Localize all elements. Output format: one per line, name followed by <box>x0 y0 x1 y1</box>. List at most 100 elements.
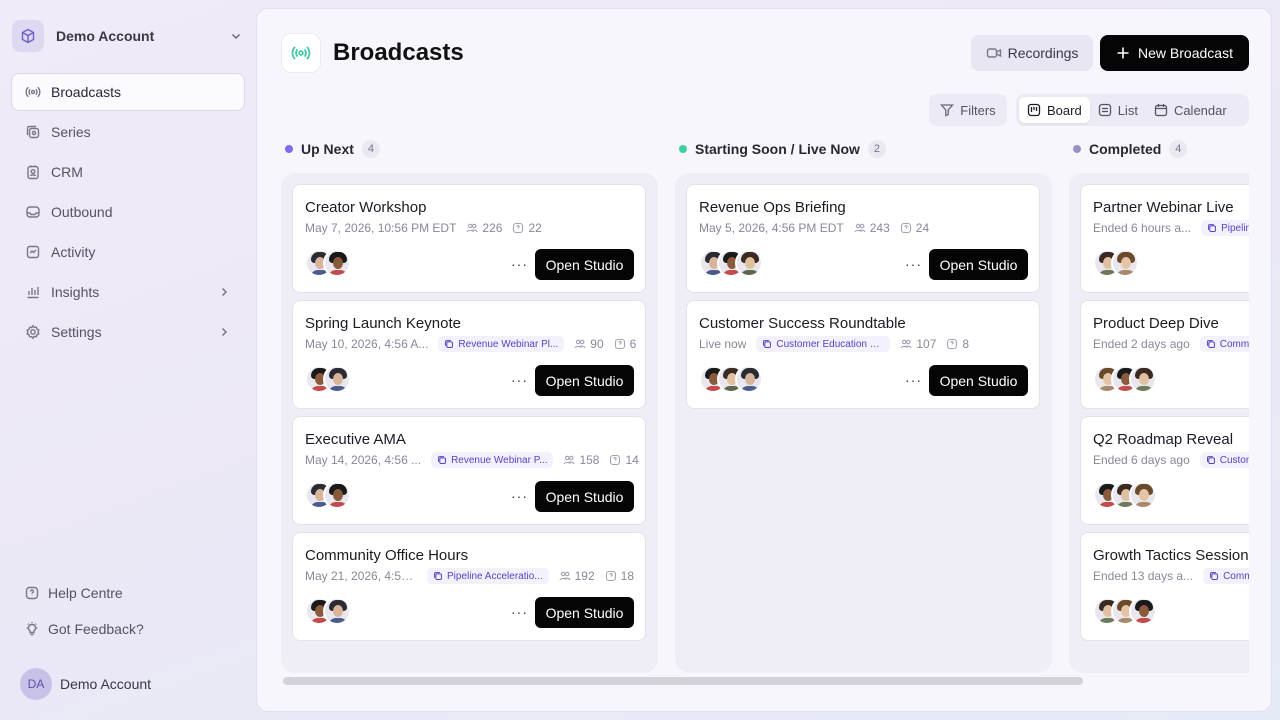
sidebar-item-crm[interactable]: CRM <box>11 153 245 191</box>
card-date: Ended 6 days ago <box>1093 453 1190 467</box>
list-icon <box>1098 103 1112 117</box>
broadcast-card[interactable]: Spring Launch Keynote May 10, 2026, 4:56 … <box>292 300 646 409</box>
broadcast-card[interactable]: Partner Webinar Live Ended 6 hours a... Pi… <box>1080 184 1249 293</box>
filters-label: Filters <box>960 102 996 118</box>
view-board-tab[interactable]: Board <box>1019 97 1090 123</box>
attendee-count-value: 226 <box>482 221 503 235</box>
broadcast-card[interactable]: Customer Success Roundtable Live now Custo… <box>686 300 1040 409</box>
sidebar-item-insights[interactable]: Insights <box>11 273 245 311</box>
more-options-icon[interactable]: ··· <box>511 256 528 272</box>
open-studio-button[interactable]: Open Studio <box>535 481 634 512</box>
chevron-right-icon <box>218 286 230 298</box>
board-column: Partner Webinar Live Ended 6 hours a... Pi… <box>1069 173 1249 673</box>
open-studio-button[interactable]: Open Studio <box>929 249 1028 280</box>
user-menu[interactable]: DA Demo Account <box>20 668 151 700</box>
series-tag[interactable]: Custon <box>1199 452 1249 468</box>
chevron-down-icon[interactable] <box>230 30 242 42</box>
broadcast-card[interactable]: Creator Workshop May 7, 2026, 10:56 PM ED… <box>292 184 646 293</box>
broadcast-card[interactable]: Revenue Ops Briefing May 5, 2026, 4:56 PM… <box>686 184 1040 293</box>
card-date: May 5, 2026, 4:56 PM EDT <box>699 221 844 235</box>
card-date: May 21, 2026, 4:56... <box>305 569 417 583</box>
more-options-icon[interactable]: ··· <box>511 604 528 620</box>
gear-icon <box>25 324 41 340</box>
broadcast-card[interactable]: Executive AMA May 14, 2026, 4:56 ... Reven… <box>292 416 646 525</box>
card-meta: May 7, 2026, 10:56 PM EDT 226 22 <box>305 220 542 236</box>
broadcast-card[interactable]: Growth Tactics Session Ended 13 days a...… <box>1080 532 1249 641</box>
question-count-value: 18 <box>620 569 635 583</box>
avatar <box>1129 597 1157 625</box>
attendee-count-value: 107 <box>916 337 937 351</box>
series-tag[interactable]: Revenue Webinar Pl... <box>438 336 565 352</box>
avatar: DA <box>20 668 52 700</box>
host-avatars <box>305 249 351 277</box>
series-tag[interactable]: Pipeline Acceleratio... <box>427 568 549 584</box>
avatar <box>1111 249 1139 277</box>
attendee-count-value: 158 <box>579 453 600 467</box>
series-name: Pipeline Acceleratio... <box>447 570 543 582</box>
view-list-tab[interactable]: List <box>1090 97 1146 123</box>
card-meta: May 10, 2026, 4:56 A... Revenue Webinar P… <box>305 336 636 352</box>
more-options-icon[interactable]: ··· <box>511 488 528 504</box>
new-broadcast-button[interactable]: New Broadcast <box>1100 35 1249 71</box>
sidebar-item-label: Settings <box>51 324 102 340</box>
series-tag[interactable]: Revenue Webinar P... <box>431 452 554 468</box>
sidebar-item-settings[interactable]: Settings <box>11 313 245 351</box>
recordings-label: Recordings <box>1007 45 1079 61</box>
series-tag[interactable]: Customer Education Li... <box>756 336 891 352</box>
series-tag[interactable]: Comm <box>1203 568 1249 584</box>
series-icon <box>762 339 772 349</box>
sidebar-item-label: Outbound <box>51 204 113 220</box>
more-options-icon[interactable]: ··· <box>905 372 922 388</box>
view-calendar-tab[interactable]: Calendar <box>1146 97 1235 123</box>
series-icon <box>1209 571 1219 581</box>
recordings-button[interactable]: Recordings <box>971 35 1093 71</box>
horizontal-scrollbar[interactable] <box>283 677 1083 685</box>
host-avatars <box>305 481 351 509</box>
activity-icon <box>25 244 41 260</box>
question-count-value: 22 <box>528 221 542 235</box>
sidebar-item-label: CRM <box>51 164 83 180</box>
series-tag[interactable]: Comm <box>1199 336 1249 352</box>
open-studio-button[interactable]: Open Studio <box>535 249 634 280</box>
questions-icon <box>605 570 617 582</box>
series-name: Revenue Webinar Pl... <box>458 338 559 350</box>
broadcast-card[interactable]: Product Deep Dive Ended 2 days ago Comm <box>1080 300 1249 409</box>
sidebar-item-activity[interactable]: Activity <box>11 233 245 271</box>
feedback-link[interactable]: Got Feedback? <box>24 621 144 637</box>
question-count-value: 14 <box>625 453 639 467</box>
series-icon <box>1206 455 1216 465</box>
insights-icon <box>25 284 41 300</box>
help-centre-link[interactable]: Help Centre <box>24 585 123 601</box>
sidebar-item-series[interactable]: Series <box>11 113 245 151</box>
card-date: May 10, 2026, 4:56 A... <box>305 337 429 351</box>
sidebar-item-label: Insights <box>51 284 100 300</box>
card-title: Customer Success Roundtable <box>699 315 906 332</box>
card-date: Ended 2 days ago <box>1093 337 1190 351</box>
more-options-icon[interactable]: ··· <box>905 256 922 272</box>
question-count-value: 6 <box>629 337 637 351</box>
avatar <box>735 249 763 277</box>
series-tag[interactable]: Pipeline <box>1201 220 1249 236</box>
broadcast-icon <box>281 33 321 73</box>
sidebar-item-outbound[interactable]: Outbound <box>11 193 245 231</box>
series-icon <box>1207 223 1217 233</box>
sidebar-item-broadcasts[interactable]: Broadcasts <box>11 73 245 111</box>
card-meta: May 14, 2026, 4:56 ... Revenue Webinar P.… <box>305 452 639 468</box>
broadcast-card[interactable]: Community Office Hours May 21, 2026, 4:56… <box>292 532 646 641</box>
attendee-count: 107 <box>900 337 936 351</box>
kanban-board: Up Next 4 Creator Workshop May 7, 2026, 10:… <box>281 137 1249 697</box>
broadcast-card[interactable]: Q2 Roadmap Reveal Ended 6 days ago Custon <box>1080 416 1249 525</box>
host-avatars <box>1093 597 1157 625</box>
open-studio-button[interactable]: Open Studio <box>535 365 634 396</box>
account-switcher[interactable]: Demo Account <box>12 20 246 52</box>
attendee-count: 90 <box>574 337 604 351</box>
filters-button[interactable]: Filters <box>929 94 1007 126</box>
more-options-icon[interactable]: ··· <box>511 372 528 388</box>
sidebar-item-label: Series <box>51 124 91 140</box>
attendees-icon <box>574 338 586 350</box>
questions-icon <box>512 222 524 234</box>
open-studio-button[interactable]: Open Studio <box>535 597 634 628</box>
view-board-label: Board <box>1047 102 1082 118</box>
open-studio-button[interactable]: Open Studio <box>929 365 1028 396</box>
series-name: Comm <box>1219 338 1249 350</box>
